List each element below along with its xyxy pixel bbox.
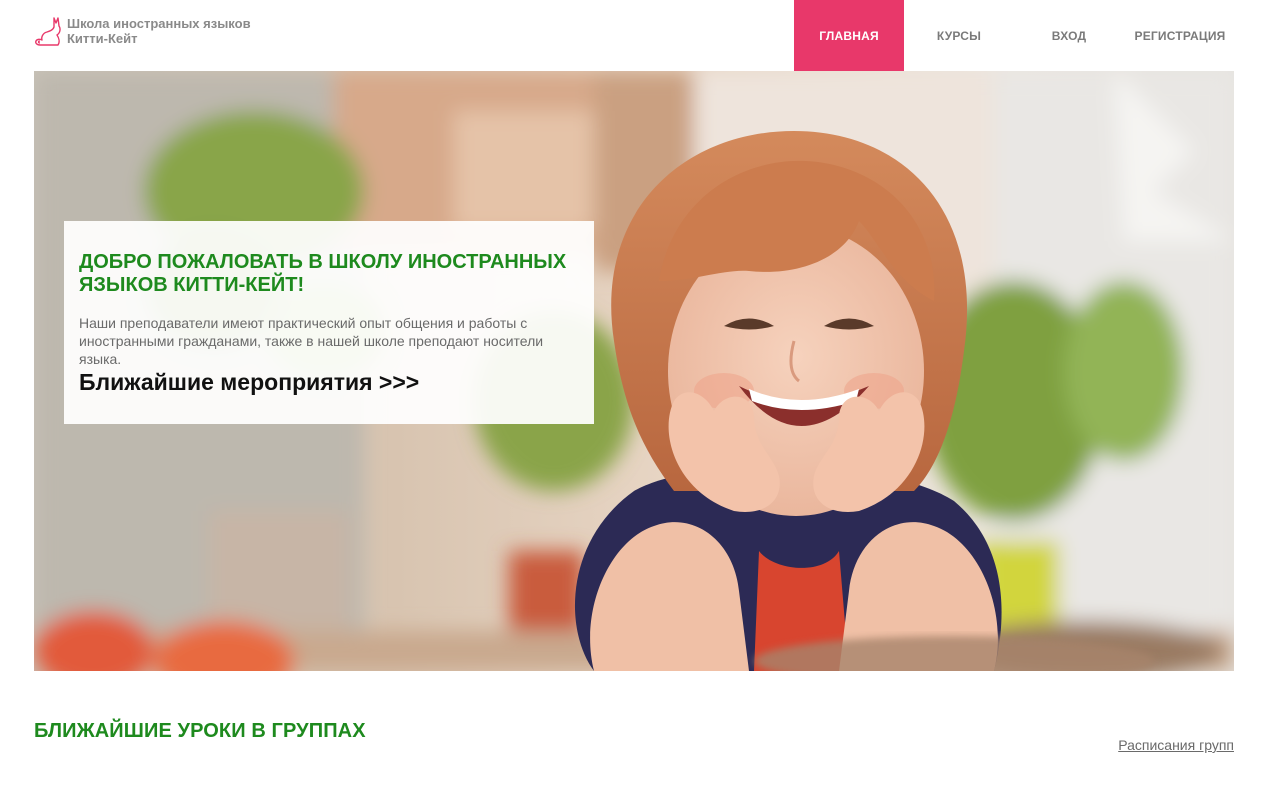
logo-link[interactable]: Школа иностранных языков Китти-Кейт: [34, 16, 251, 48]
nav-home[interactable]: ГЛАВНАЯ: [794, 0, 904, 71]
logo-text: Школа иностранных языков Китти-Кейт: [67, 16, 251, 46]
lessons-section-title: БЛИЖАЙШИЕ УРОКИ В ГРУППАХ: [34, 720, 366, 742]
group-schedule-link[interactable]: Расписания групп: [1118, 737, 1234, 753]
logo-line-1: Школа иностранных языков: [67, 16, 251, 31]
nav-login[interactable]: ВХОД: [1014, 0, 1124, 71]
site-header: Школа иностранных языков Китти-Кейт ГЛАВ…: [0, 0, 1273, 71]
nav-courses[interactable]: КУРСЫ: [904, 0, 1014, 71]
welcome-card: ДОБРО ПОЖАЛОВАТЬ В ШКОЛУ ИНОСТРАННЫХ ЯЗЫ…: [64, 221, 594, 424]
hero-banner: ДОБРО ПОЖАЛОВАТЬ В ШКОЛУ ИНОСТРАННЫХ ЯЗЫ…: [34, 71, 1234, 671]
logo-line-2: Китти-Кейт: [67, 31, 138, 46]
nav-register[interactable]: РЕГИСТРАЦИЯ: [1124, 0, 1236, 71]
main-nav: ГЛАВНАЯ КУРСЫ ВХОД РЕГИСТРАЦИЯ: [794, 0, 1236, 71]
welcome-title: ДОБРО ПОЖАЛОВАТЬ В ШКОЛУ ИНОСТРАННЫХ ЯЗЫ…: [79, 251, 567, 296]
cat-icon: [35, 17, 61, 46]
upcoming-events-link[interactable]: Ближайшие мероприятия >>>: [79, 368, 579, 396]
welcome-text: Наши преподаватели имеют практический оп…: [79, 315, 544, 367]
